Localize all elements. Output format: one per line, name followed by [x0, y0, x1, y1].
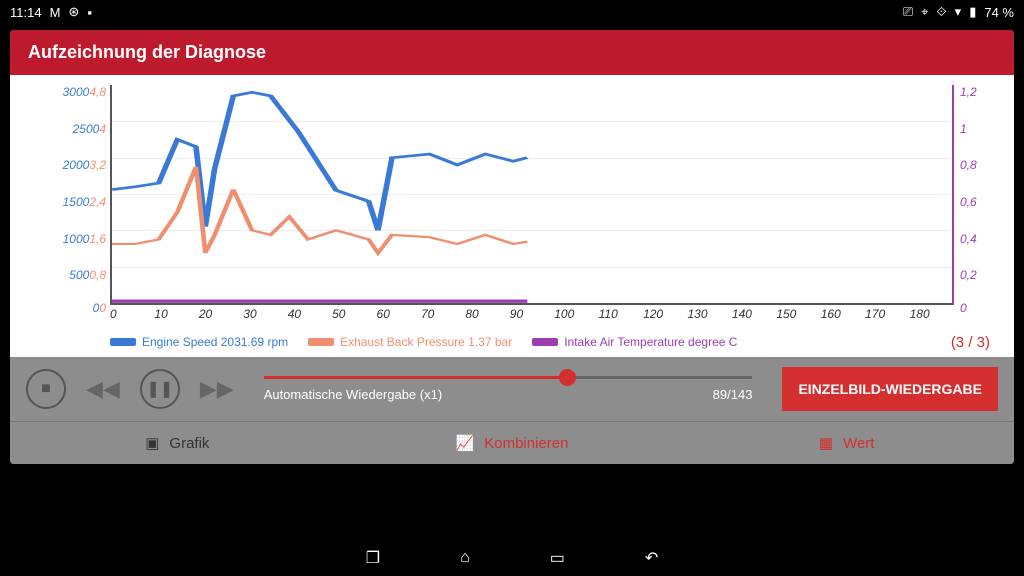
frame-playback-button[interactable]: EINZELBILD-WIEDERGABE — [782, 367, 998, 411]
x-axis-ticks: 0102030405060708090100110120130140150160… — [30, 307, 994, 321]
legend-swatch-intake — [532, 338, 558, 346]
tab-kombinieren[interactable]: 📈 Kombinieren — [345, 422, 680, 464]
wifi-icon: ▾ — [955, 4, 962, 20]
legend-intake: Intake Air Temperature degree C — [564, 335, 737, 349]
tab-wert[interactable]: ▦ Wert — [679, 422, 1014, 464]
legend-engine-speed: Engine Speed 2031.69 rpm — [142, 335, 288, 349]
y-axis-left: 30004,8 25004 20003,2 15002,4 10001,6 50… — [30, 85, 110, 305]
battery-small-icon: ▪ — [87, 5, 92, 20]
legend-exhaust: Exhaust Back Pressure 1.37 bar — [340, 335, 512, 349]
vci-icon: ⟐ — [936, 4, 946, 20]
tab-grafik[interactable]: ▣ Grafik — [10, 422, 345, 464]
location-icon: ⌖ — [921, 4, 928, 20]
legend-swatch-engine-speed — [110, 338, 136, 346]
progress-bar[interactable]: Automatische Wiedergabe (x1) 89/143 — [264, 376, 753, 402]
legend-swatch-exhaust — [308, 338, 334, 346]
y-axis-right: 1,2 1 0,8 0,6 0,4 0,2 0 — [954, 85, 994, 305]
view-tabs: ▣ Grafik 📈 Kombinieren ▦ Wert — [10, 421, 1014, 464]
battery-icon: ▮ — [969, 4, 976, 20]
combine-chart-icon: 📈 — [456, 434, 475, 452]
pause-button[interactable]: ❚❚ — [140, 369, 180, 409]
record-icon: ⊛ — [68, 4, 79, 20]
stop-button[interactable]: ■ — [26, 369, 66, 409]
playback-mode-label: Automatische Wiedergabe (x1) — [264, 387, 442, 402]
nav-back-icon[interactable]: ↶ — [645, 548, 658, 568]
nav-recent-icon[interactable]: ❐ — [366, 548, 380, 568]
android-nav-bar: ❐ ⌂ ▭ ↶ — [0, 540, 1024, 576]
app-window: Aufzeichnung der Diagnose 30004,8 25004 … — [10, 30, 1014, 464]
rewind-button[interactable]: ◀◀ — [86, 376, 120, 402]
chart-legend: Engine Speed 2031.69 rpm Exhaust Back Pr… — [30, 321, 994, 357]
playback-position-label: 89/143 — [713, 387, 753, 402]
page-indicator: (3 / 3) — [951, 334, 990, 351]
chart-plot[interactable] — [110, 85, 954, 305]
value-icon: ▦ — [819, 434, 833, 452]
cast-icon: ⎚ — [903, 4, 913, 20]
chart-area: 30004,8 25004 20003,2 15002,4 10001,6 50… — [10, 75, 1014, 357]
chart-svg — [112, 85, 952, 303]
battery-pct: 74 % — [984, 5, 1014, 20]
nav-screenshot-icon[interactable]: ▭ — [550, 548, 565, 568]
mail-icon: M — [50, 5, 61, 20]
status-time: 11:14 — [10, 5, 42, 20]
playback-controls: ■ ◀◀ ❚❚ ▶▶ Automatische Wiedergabe (x1) … — [10, 357, 1014, 421]
nav-vci-icon[interactable]: ⌂ — [460, 549, 470, 567]
page-title: Aufzeichnung der Diagnose — [10, 30, 1014, 75]
android-status-bar: 11:14 M ⊛ ▪ ⎚ ⌖ ⟐ ▾ ▮ 74 % — [0, 0, 1024, 24]
image-icon: ▣ — [145, 434, 159, 452]
forward-button[interactable]: ▶▶ — [200, 376, 234, 402]
